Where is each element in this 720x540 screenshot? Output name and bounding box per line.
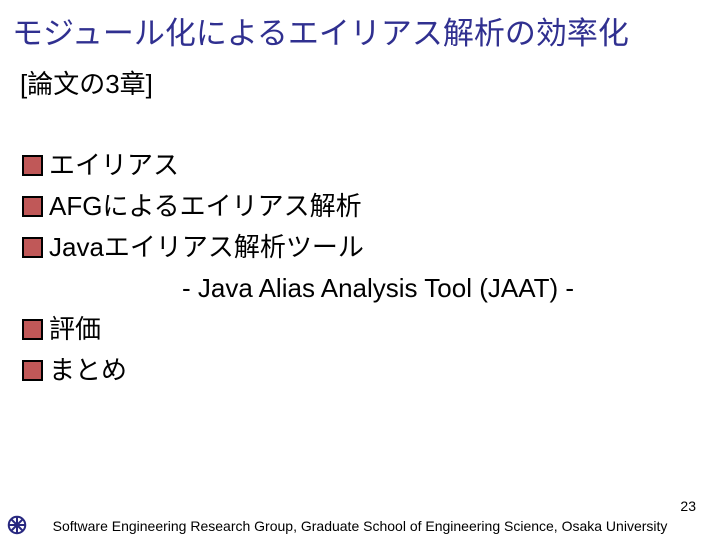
bullet-item: AFGによるエイリアス解析 (22, 187, 698, 226)
square-bullet-icon (22, 237, 43, 258)
bullet-item: エイリアス (22, 146, 698, 185)
slide-title: モジュール化によるエイリアス解析の効率化 (12, 8, 708, 53)
bullet-text: まとめ (49, 351, 127, 390)
slide: モジュール化によるエイリアス解析の効率化 [論文の3章] エイリアス AFGによ… (0, 0, 720, 540)
square-bullet-icon (22, 196, 43, 217)
slide-body: エイリアス AFGによるエイリアス解析 Javaエイリアス解析ツール - Jav… (22, 146, 698, 392)
bullet-text: AFGによるエイリアス解析 (49, 187, 362, 226)
bullet-item: 評価 (22, 310, 698, 349)
slide-subtitle: [論文の3章] (20, 64, 153, 101)
bullet-text: エイリアス (49, 146, 179, 185)
footer-text: Software Engineering Research Group, Gra… (0, 518, 720, 534)
page-number: 23 (680, 498, 696, 514)
square-bullet-icon (22, 360, 43, 381)
bullet-text: 評価 (49, 310, 101, 349)
bullet-text: Javaエイリアス解析ツール (49, 228, 364, 267)
sub-bullet-text: - Java Alias Analysis Tool (JAAT) - (182, 269, 698, 308)
square-bullet-icon (22, 319, 43, 340)
square-bullet-icon (22, 155, 43, 176)
bullet-item: Javaエイリアス解析ツール (22, 228, 698, 267)
bullet-item: まとめ (22, 351, 698, 390)
